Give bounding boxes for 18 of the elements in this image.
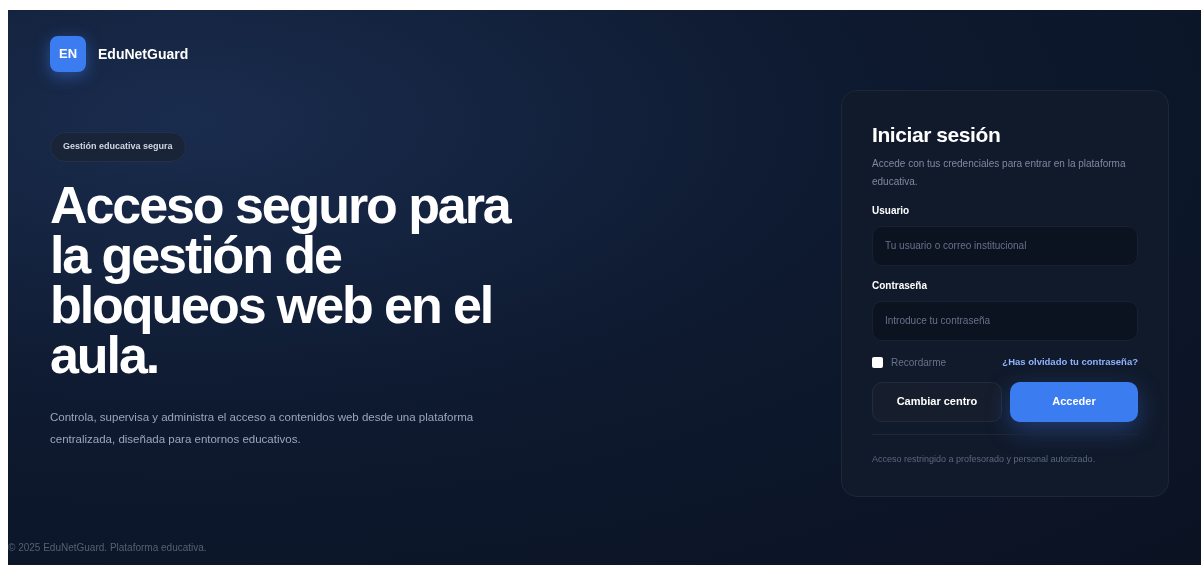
login-subtitle: Accede con tus credenciales para entrar en la plataforma educativa. — [872, 156, 1127, 189]
login-button[interactable]: Acceder — [1010, 381, 1138, 422]
footer-text: © 2025 EduNetGuard. Plataforma educativa. — [8, 541, 208, 555]
brand-name: EduNetGuard — [98, 44, 189, 64]
input-field[interactable]: Tu usuario o correo institucional — [872, 225, 1138, 266]
forgot-password-link[interactable]: ¿Has olvidado tu contraseña? — [1002, 354, 1138, 370]
field-label: Usuario — [872, 203, 911, 218]
headline: Acceso seguro para la gestión de bloqueos web en el aula. — [50, 179, 512, 380]
login-title: Iniciar sesión — [872, 122, 1002, 148]
logo-icon: EN — [50, 36, 86, 72]
access-notice: Acceso restringido a profesorado y personal autorizado. — [872, 452, 1097, 466]
remember-label: Recordarme — [891, 355, 947, 370]
tag: Gestión educativa segura — [50, 132, 186, 162]
field-label: Contraseña — [872, 278, 928, 293]
change-center-button[interactable]: Cambiar centro — [872, 381, 1002, 422]
description: Controla, supervisa y administra el acceso a contenidos web desde una plataforma centralizada, diseñada para entornos educativos. — [50, 409, 475, 447]
input-field[interactable]: Introduce tu contraseña — [872, 300, 1138, 341]
checkbox[interactable] — [872, 356, 883, 368]
